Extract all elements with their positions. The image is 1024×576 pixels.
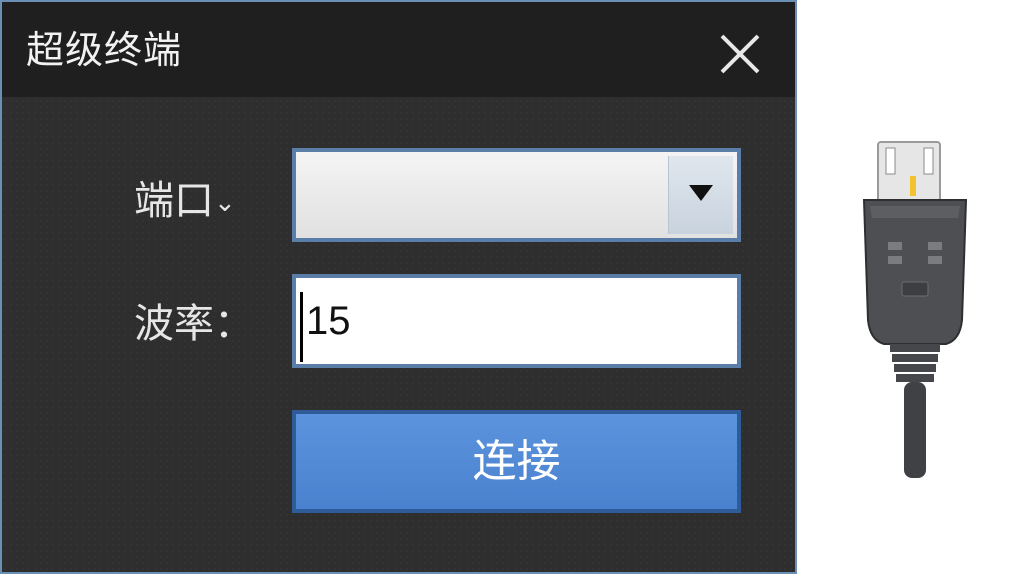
baud-field[interactable] [292,274,741,368]
port-dropdown-button[interactable] [668,156,733,234]
baud-input[interactable] [300,288,726,354]
window-title: 超级终端 [26,28,183,72]
connect-button[interactable]: 连接 [292,410,741,513]
chevron-down-icon: ⌄ [214,188,236,218]
baud-label: 波率： [134,301,254,347]
close-icon [720,34,760,74]
title-bar: 超级终端 [2,2,795,97]
triangle-down-icon [689,185,713,201]
port-label: 端口⌄ [134,177,236,227]
close-button[interactable] [714,28,766,80]
usb-plug-icon [862,141,968,478]
port-select[interactable] [292,148,741,242]
port-label-text: 端口 [134,178,214,224]
stage: 超级终端 端口⌄ 波率： 连接 [0,0,1024,576]
terminal-dialog: 超级终端 端口⌄ 波率： 连接 [0,0,797,574]
